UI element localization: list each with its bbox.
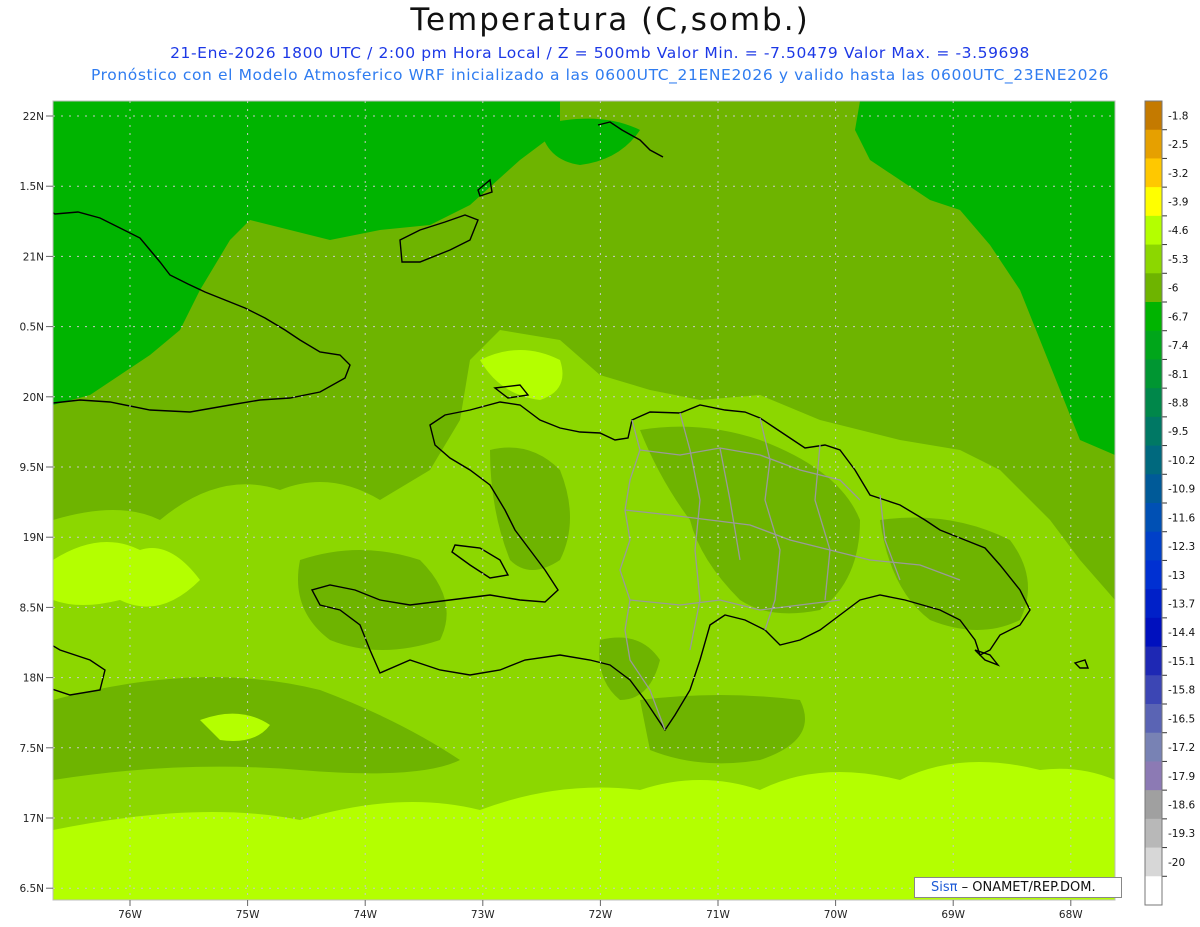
colorbar-swatch <box>1145 790 1162 820</box>
colorbar-label: -18.6 <box>1168 800 1195 812</box>
colorbar-label: -3.2 <box>1168 168 1189 180</box>
latitude-label: 18N <box>23 673 44 685</box>
weather-map: 22N 1.5N 21N 0.5N 20N 9.5N 19N 8.5N 18N 7.5N 17N 6.… <box>19 100 1195 921</box>
colorbar-swatch <box>1145 388 1162 418</box>
colorbar-label: -1.8 <box>1168 110 1189 122</box>
colorbar-label: -13 <box>1168 570 1185 582</box>
colorbar-swatch <box>1145 416 1162 447</box>
colorbar-label: -17.9 <box>1168 771 1195 783</box>
longitude-labels: 76W 75W 74W 73W 72W 71W 70W 69W 68W <box>118 900 1083 921</box>
colorbar-label: -10.9 <box>1168 484 1195 496</box>
longitude-label: 69W <box>941 909 965 921</box>
colorbar-swatch <box>1145 302 1162 332</box>
longitude-label: 76W <box>118 909 142 921</box>
latitude-label: 6.5N <box>19 883 44 895</box>
temperature-field <box>53 101 1115 900</box>
colorbar-swatch <box>1145 244 1162 274</box>
latitude-label: 0.5N <box>19 322 44 334</box>
colorbar-swatch <box>1145 503 1162 533</box>
colorbar-swatch <box>1145 560 1162 590</box>
colorbar-label: -19.3 <box>1168 828 1195 840</box>
sispi-logo: Sisπ <box>931 880 958 895</box>
longitude-label: 68W <box>1059 909 1083 921</box>
colorbar-label: -11.6 <box>1168 512 1195 524</box>
colorbar-swatch <box>1145 187 1162 217</box>
colorbar-swatch <box>1145 876 1162 906</box>
latitude-labels: 22N 1.5N 21N 0.5N 20N 9.5N 19N 8.5N 18N 7.5N 17N 6.… <box>19 111 53 895</box>
colorbar-label: -15.1 <box>1168 656 1195 668</box>
colorbar-swatch <box>1145 273 1162 303</box>
colorbar-swatch <box>1145 215 1162 246</box>
colorbar-label: -5.3 <box>1168 254 1189 266</box>
colorbar-label: -9.5 <box>1168 426 1189 438</box>
subtitle-validity: 21-Ene-2026 1800 UTC / 2:00 pm Hora Loca… <box>170 44 1030 62</box>
colorbar-swatch <box>1145 531 1162 561</box>
colorbar-label: -17.2 <box>1168 742 1195 754</box>
colorbar-label: -20 <box>1168 857 1185 869</box>
colorbar-swatch <box>1145 704 1162 734</box>
latitude-label: 21N <box>23 251 44 263</box>
latitude-label: 19N <box>23 532 44 544</box>
latitude-label: 22N <box>23 111 44 123</box>
colorbar-label: -13.7 <box>1168 599 1195 611</box>
colorbar-swatch <box>1145 646 1162 676</box>
colorbar-swatch <box>1145 617 1162 648</box>
map-title: Temperatura (C,somb.) <box>410 2 810 38</box>
colorbar-swatch <box>1145 101 1162 131</box>
colorbar-label: -16.5 <box>1168 713 1195 725</box>
subtitle-model: Pronóstico con el Modelo Atmosferico WRF… <box>90 66 1110 84</box>
colorbar-label: -3.9 <box>1168 197 1189 209</box>
colorbar-label: -8.8 <box>1168 398 1189 410</box>
colorbar-swatch <box>1145 847 1162 877</box>
colorbar-swatch <box>1145 589 1162 619</box>
colorbar-swatch <box>1145 129 1162 159</box>
latitude-label: 8.5N <box>19 602 44 614</box>
longitude-label: 75W <box>236 909 260 921</box>
colorbar-swatch <box>1145 474 1162 504</box>
longitude-label: 72W <box>589 909 613 921</box>
longitude-label: 71W <box>706 909 730 921</box>
colorbar-label: -8.1 <box>1168 369 1189 381</box>
attribution-badge: Sisπ – ONAMET/REP.DOM. <box>914 877 1122 898</box>
attribution-text: – ONAMET/REP.DOM. <box>957 880 1096 895</box>
longitude-label: 74W <box>353 909 377 921</box>
colorbar-swatch <box>1145 732 1162 762</box>
colorbar-swatch <box>1145 158 1162 188</box>
colorbar-swatch <box>1145 761 1162 791</box>
latitude-label: 9.5N <box>19 462 44 474</box>
latitude-label: 17N <box>23 813 44 825</box>
colorbar-label: -14.4 <box>1168 627 1195 639</box>
colorbar-swatch <box>1145 675 1162 705</box>
latitude-label: 1.5N <box>19 181 44 193</box>
colorbar-label: -12.3 <box>1168 541 1195 553</box>
colorbar-label: -10.2 <box>1168 455 1195 467</box>
colorbar-label: -6 <box>1168 283 1179 295</box>
colorbar-swatch <box>1145 445 1162 475</box>
colorbar-swatch <box>1145 330 1162 360</box>
latitude-label: 7.5N <box>19 743 44 755</box>
colorbar-swatch <box>1145 359 1162 389</box>
latitude-label: 20N <box>23 392 44 404</box>
colorbar-swatch <box>1145 818 1162 849</box>
colorbar-label: -15.8 <box>1168 685 1195 697</box>
longitude-label: 73W <box>471 909 495 921</box>
colorbar-legend: -1.8 -2.5 -3.2 -3.9 -4.6 -5.3 -6 -6.7 -7.4 -8.1 -8… <box>1144 100 1195 906</box>
colorbar-label: -7.4 <box>1168 340 1189 352</box>
longitude-label: 70W <box>824 909 848 921</box>
colorbar-label: -4.6 <box>1168 225 1189 237</box>
colorbar-label: -6.7 <box>1168 311 1189 323</box>
colorbar-label: -2.5 <box>1168 139 1189 151</box>
